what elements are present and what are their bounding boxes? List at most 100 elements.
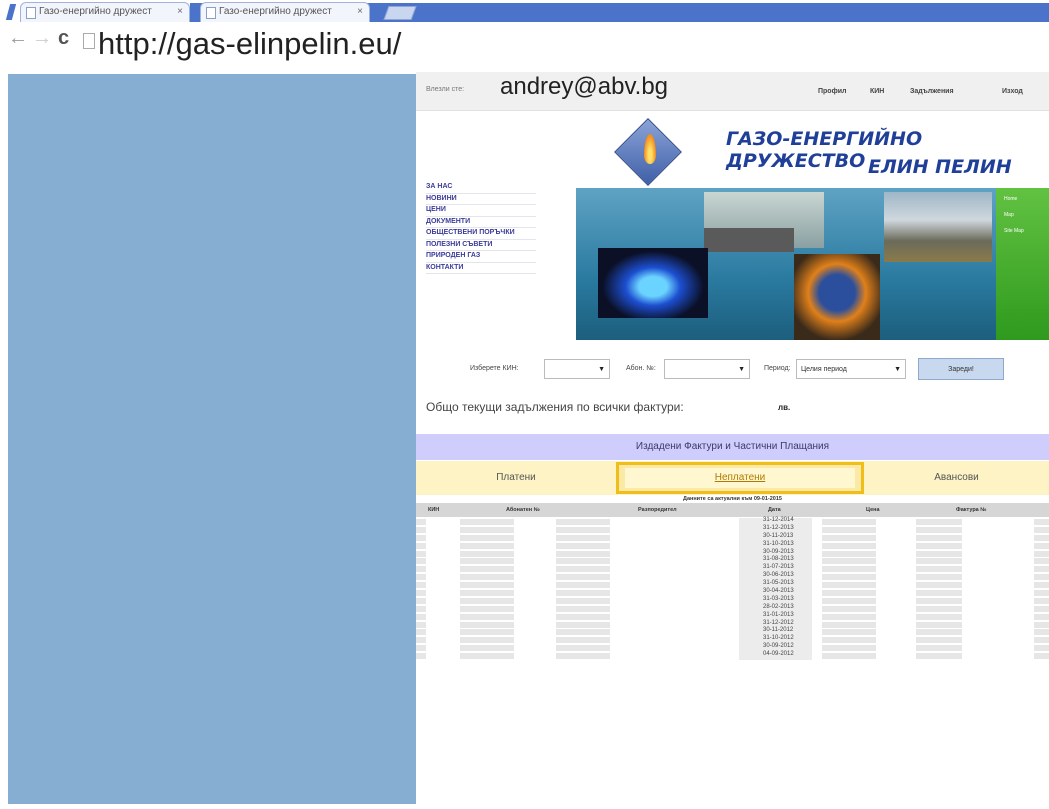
blurred-cell xyxy=(822,637,876,644)
period-select[interactable]: Целия период ▼ xyxy=(796,359,906,379)
blurred-cell xyxy=(556,582,610,589)
browser-tab-title: Газо-енергийно дружест xyxy=(219,6,332,17)
nav-item-about[interactable]: ЗА НАС xyxy=(426,182,536,194)
table-row: 31-12-2013 xyxy=(416,525,1049,534)
blurred-cell xyxy=(822,621,876,628)
green-link-map[interactable]: Map xyxy=(1004,212,1014,218)
blurred-cell xyxy=(1034,526,1049,533)
address-bar[interactable]: http://gas-elinpelin.eu/ xyxy=(98,26,401,62)
page-icon xyxy=(83,33,95,49)
kin-select[interactable]: ▼ xyxy=(544,359,610,379)
date-cell: 31-10-2013 xyxy=(763,540,794,547)
blurred-cell xyxy=(822,550,876,557)
table-row: 30-11-2012 xyxy=(416,627,1049,637)
col-date: Дата xyxy=(768,507,781,513)
nav-item-public-procurement[interactable]: ОБЩЕСТВЕНИ ПОРЪЧКИ xyxy=(426,228,536,240)
blurred-cell xyxy=(1034,519,1049,525)
nav-item-natural-gas[interactable]: ПРИРОДЕН ГАЗ xyxy=(426,251,536,263)
blurred-cell xyxy=(556,558,610,565)
blurred-cell xyxy=(822,597,876,604)
green-link-home[interactable]: Home xyxy=(1004,196,1017,202)
browser-tab-2[interactable]: Газо-енергийно дружест × xyxy=(200,2,370,22)
date-cell: 31-07-2013 xyxy=(763,564,794,571)
table-row: 31-08-2013 xyxy=(416,556,1049,566)
kin-label: Изберете КИН: xyxy=(470,365,519,372)
top-link-logout[interactable]: Изход xyxy=(1002,88,1023,95)
col-kin: КИН xyxy=(428,507,440,513)
dropdown-arrow-icon: ▼ xyxy=(598,366,605,373)
blurred-cell xyxy=(460,566,514,573)
table-row: 31-07-2013 xyxy=(416,564,1049,574)
nav-item-documents[interactable]: ДОКУМЕНТИ xyxy=(426,217,536,228)
back-icon[interactable]: ← xyxy=(8,28,28,48)
nav-item-prices[interactable]: ЦЕНИ xyxy=(426,205,536,217)
blurred-cell xyxy=(556,653,610,660)
blurred-cell xyxy=(916,534,962,541)
login-label: Влезли сте: xyxy=(426,86,465,93)
reload-icon[interactable]: c xyxy=(58,28,69,48)
quick-links-panel: Home Map Site Map xyxy=(996,188,1049,340)
blurred-cell xyxy=(460,534,514,541)
date-cell: 04-09-2012 xyxy=(763,651,794,658)
green-link-sitemap[interactable]: Site Map xyxy=(1004,228,1024,234)
blurred-cell xyxy=(916,645,962,652)
tab-unpaid[interactable]: Неплатени xyxy=(616,462,864,494)
date-cell: 31-03-2013 xyxy=(763,595,794,602)
nav-item-news[interactable]: НОВИНИ xyxy=(426,194,536,205)
blurred-cell xyxy=(460,605,514,612)
table-row: 30-06-2013 xyxy=(416,572,1049,582)
blurred-cell xyxy=(1034,605,1049,612)
close-icon[interactable]: × xyxy=(177,3,183,21)
top-link-obligations[interactable]: Задължения xyxy=(910,88,954,95)
blurred-cell xyxy=(1034,597,1049,604)
tab-paid[interactable]: Платени xyxy=(416,461,616,495)
browser-tab-1[interactable]: Газо-енергийно дружест × xyxy=(20,2,190,22)
nav-item-contacts[interactable]: КОНТАКТИ xyxy=(426,263,536,274)
table-row: 31-05-2013 xyxy=(416,580,1049,590)
company-name-line2: ЕЛИН ПЕЛИН xyxy=(868,156,1012,178)
load-button[interactable]: Зареди! xyxy=(918,358,1004,380)
nav-item-tips[interactable]: ПОЛЕЗНИ СЪВЕТИ xyxy=(426,240,536,251)
table-row: 31-12-2012 xyxy=(416,619,1049,629)
new-tab-button[interactable] xyxy=(383,6,417,20)
blurred-cell xyxy=(916,582,962,589)
date-cell: 31-10-2012 xyxy=(763,635,794,642)
blurred-cell xyxy=(556,613,610,620)
blurred-cell xyxy=(460,645,514,652)
blurred-cell xyxy=(822,653,876,660)
blurred-cell xyxy=(1034,582,1049,589)
blurred-cell xyxy=(416,566,426,573)
date-cell: 30-09-2012 xyxy=(763,643,794,650)
close-icon[interactable]: × xyxy=(357,3,363,21)
table-row: 30-04-2013 xyxy=(416,588,1049,598)
blurred-cell xyxy=(556,566,610,573)
abon-select[interactable]: ▼ xyxy=(664,359,750,379)
blurred-cell xyxy=(822,590,876,597)
date-cell: 31-12-2012 xyxy=(763,619,794,626)
dropdown-arrow-icon: ▼ xyxy=(894,366,901,373)
blurred-cell xyxy=(1034,534,1049,541)
blurred-cell xyxy=(556,574,610,581)
date-cell: 31-12-2014 xyxy=(763,517,794,523)
blurred-cell xyxy=(916,605,962,612)
blurred-cell xyxy=(460,550,514,557)
date-cell: 30-04-2013 xyxy=(763,588,794,595)
blurred-cell xyxy=(1034,645,1049,652)
blurred-cell xyxy=(1034,550,1049,557)
total-currency: лв. xyxy=(778,403,791,412)
date-cell: 28-02-2013 xyxy=(763,603,794,610)
tab-advance[interactable]: Авансови xyxy=(864,461,1049,495)
top-link-kin[interactable]: КИН xyxy=(870,88,884,95)
blurred-cell xyxy=(416,613,426,620)
blurred-cell xyxy=(822,558,876,565)
blurred-cell xyxy=(416,605,426,612)
col-abon: Абонатен № xyxy=(506,507,540,513)
table-row: 30-09-2012 xyxy=(416,643,1049,653)
forward-icon[interactable]: → xyxy=(32,28,52,48)
top-link-profile[interactable]: Профил xyxy=(818,88,846,95)
blurred-cell xyxy=(556,542,610,549)
blurred-cell xyxy=(416,534,426,541)
blurred-cell xyxy=(416,621,426,628)
tab-unpaid-label: Неплатени xyxy=(714,472,766,483)
blurred-cell xyxy=(556,550,610,557)
